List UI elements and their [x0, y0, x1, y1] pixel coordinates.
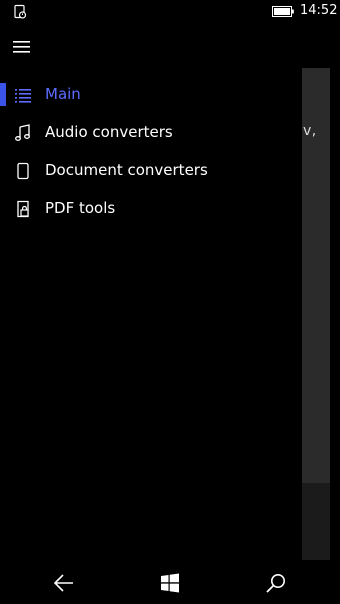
nav-item-label: Main [45, 85, 81, 103]
background-page-footer [302, 483, 330, 560]
selection-indicator [0, 83, 6, 106]
windows-start-icon[interactable] [158, 571, 182, 595]
background-page-text: v, [303, 123, 317, 139]
nav-list: Main Audio converters Document converter… [0, 76, 302, 228]
pdf-lock-icon [17, 200, 29, 218]
hamburger-menu-icon[interactable] [10, 35, 36, 59]
nav-item-label: PDF tools [45, 199, 116, 217]
back-arrow-icon[interactable] [52, 571, 76, 595]
status-bar: 14:52 [0, 0, 340, 24]
music-note-icon [15, 124, 30, 141]
search-icon[interactable] [264, 571, 288, 595]
notification-icon [14, 4, 27, 19]
system-navigation-bar [0, 562, 340, 604]
nav-item-document-converters[interactable]: Document converters [0, 152, 302, 190]
clock: 14:52 [300, 3, 338, 18]
nav-item-pdf-tools[interactable]: PDF tools [0, 190, 302, 228]
nav-item-label: Document converters [45, 161, 208, 179]
battery-icon [272, 6, 294, 17]
nav-item-main[interactable]: Main [0, 76, 302, 114]
document-icon [17, 162, 29, 180]
nav-item-label: Audio converters [45, 123, 173, 141]
nav-item-audio-converters[interactable]: Audio converters [0, 114, 302, 152]
navigation-pane: Main Audio converters Document converter… [0, 24, 302, 562]
list-icon [15, 89, 31, 103]
